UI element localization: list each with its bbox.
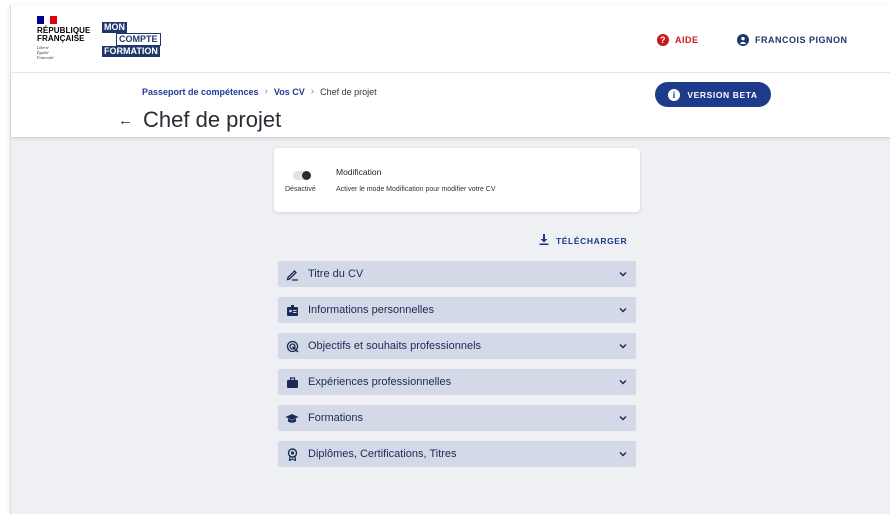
- app-window: RÉPUBLIQUE FRANÇAISE Liberté Égalité Fra…: [10, 5, 890, 514]
- section-titre-du-cv[interactable]: Titre du CV: [278, 261, 636, 287]
- page-title-row: ← Chef de projet: [118, 107, 281, 133]
- chevron-down-icon: [619, 307, 627, 313]
- breadcrumb-item-current: Chef de projet: [320, 86, 377, 97]
- info-circle-icon: i: [668, 88, 681, 101]
- pen-icon: [285, 267, 299, 281]
- chevron-down-icon: [619, 451, 627, 457]
- chevron-down-icon: [619, 415, 627, 421]
- modification-description: Activer le mode Modification pour modifi…: [336, 186, 496, 193]
- chevron-right-icon: ›: [310, 86, 315, 97]
- section-formations[interactable]: Formations: [278, 405, 636, 431]
- section-diplomes-certifications[interactable]: Diplômes, Certifications, Titres: [278, 441, 636, 467]
- page-title: Chef de projet: [143, 107, 282, 132]
- target-icon: [285, 339, 299, 353]
- question-circle-icon: ?: [657, 34, 669, 46]
- version-beta-label: VERSION BETA: [687, 89, 758, 100]
- user-name: FRANCOIS PIGNON: [755, 35, 848, 45]
- toggle-status: Désactivé: [285, 186, 316, 193]
- arrow-left-icon[interactable]: ←: [118, 112, 133, 129]
- modification-title: Modification: [336, 167, 382, 177]
- breadcrumb-item-passeport[interactable]: Passeport de compétences: [142, 87, 259, 97]
- chevron-down-icon: [619, 379, 627, 385]
- section-informations-personnelles[interactable]: Informations personnelles: [278, 297, 636, 323]
- french-flag-icon: [37, 16, 58, 24]
- section-label: Informations personnelles: [308, 304, 434, 316]
- award-icon: [285, 447, 299, 461]
- mon-compte-formation-logo[interactable]: MON COMPTE FORMATION: [102, 22, 161, 57]
- section-label: Diplômes, Certifications, Titres: [308, 448, 457, 460]
- chevron-right-icon: ›: [264, 86, 268, 97]
- chevron-down-icon: [619, 343, 627, 349]
- site-header: RÉPUBLIQUE FRANÇAISE Liberté Égalité Fra…: [11, 5, 890, 73]
- section-label: Titre du CV: [308, 268, 364, 280]
- republic-motto: Liberté Égalité Fraternité: [37, 45, 54, 60]
- section-objectifs-souhaits[interactable]: Objectifs et souhaits professionnels: [278, 333, 636, 359]
- section-experiences-professionnelles[interactable]: Expériences professionnelles: [278, 369, 636, 395]
- modification-toggle[interactable]: [293, 171, 311, 180]
- version-beta-button[interactable]: i VERSION BETA: [655, 82, 771, 107]
- user-menu-link[interactable]: FRANCOIS PIGNON: [737, 34, 848, 46]
- graduation-cap-icon: [285, 411, 299, 425]
- modification-card: Désactivé Modification Activer le mode M…: [274, 148, 640, 212]
- id-badge-icon: [285, 303, 299, 317]
- page-header: Passeport de compétences › Vos CV › Chef…: [11, 73, 890, 138]
- help-link[interactable]: ? AIDE: [657, 34, 699, 46]
- download-button[interactable]: TÉLÉCHARGER: [539, 234, 627, 248]
- download-icon: [539, 234, 549, 248]
- user-circle-icon: [737, 34, 749, 46]
- section-label: Formations: [308, 412, 364, 424]
- section-label: Expériences professionnelles: [308, 376, 452, 388]
- chevron-down-icon: [619, 271, 627, 277]
- breadcrumb-item-vos-cv[interactable]: Vos CV: [274, 87, 305, 97]
- section-label: Objectifs et souhaits professionnels: [308, 340, 482, 352]
- republic-name: RÉPUBLIQUE FRANÇAISE: [37, 26, 91, 43]
- republique-francaise-logo[interactable]: RÉPUBLIQUE FRANÇAISE Liberté Égalité Fra…: [37, 16, 90, 60]
- breadcrumb: Passeport de compétences › Vos CV › Chef…: [142, 86, 377, 97]
- download-label: TÉLÉCHARGER: [556, 236, 628, 246]
- briefcase-icon: [285, 375, 299, 389]
- help-label: AIDE: [675, 35, 699, 45]
